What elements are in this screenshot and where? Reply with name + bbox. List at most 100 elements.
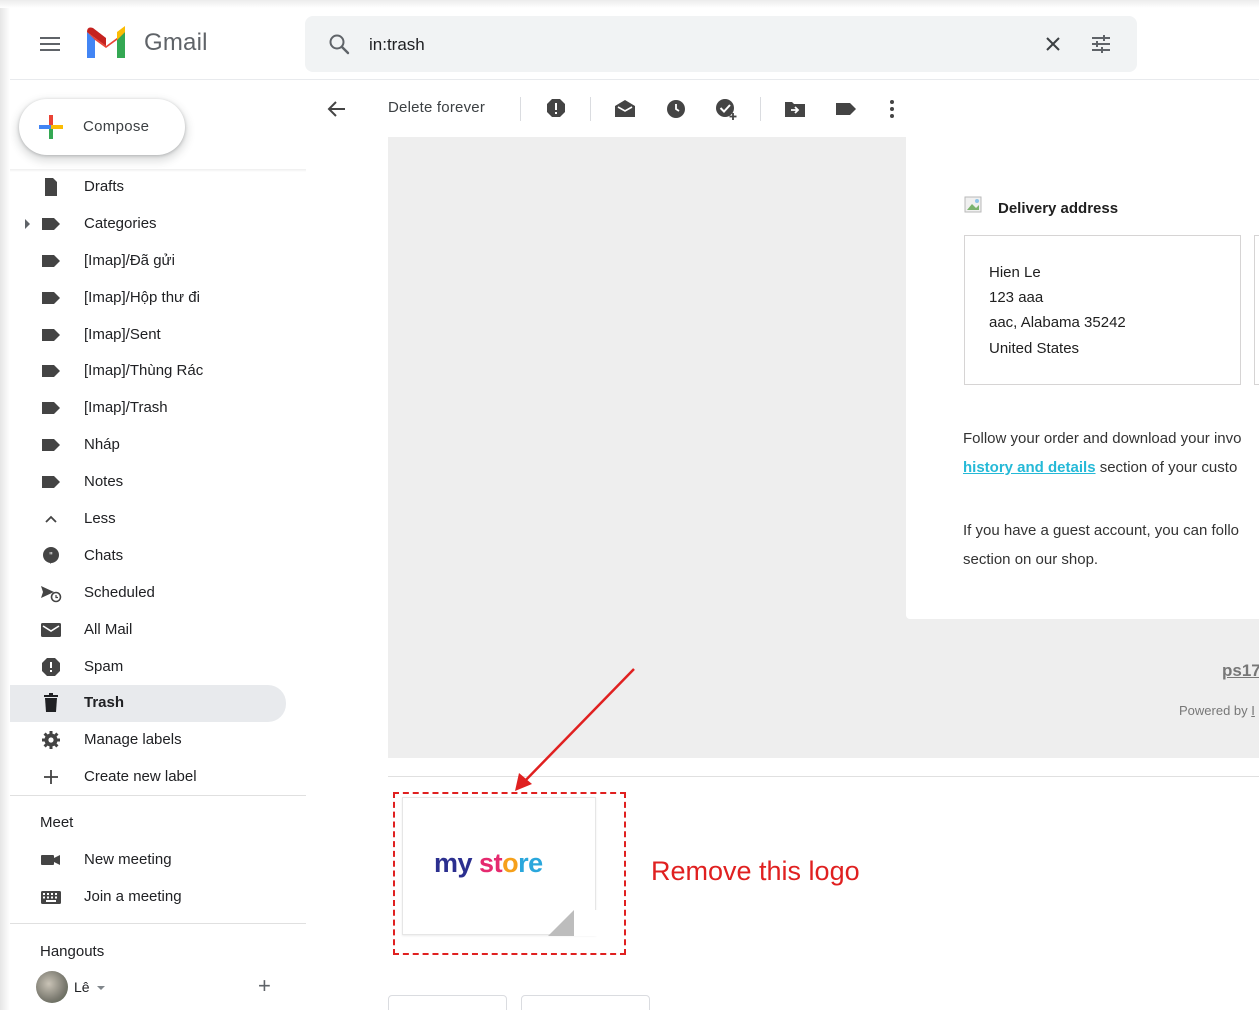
mark-unread-icon[interactable] bbox=[613, 97, 637, 121]
sidebar-item-label: Chats bbox=[84, 546, 124, 564]
hangouts-divider bbox=[10, 923, 306, 924]
avatar[interactable] bbox=[36, 971, 68, 1003]
history-line: history and details section of your cust… bbox=[963, 459, 1237, 476]
search-icon[interactable] bbox=[327, 32, 351, 56]
sidebar-item-label: Categories bbox=[84, 214, 157, 232]
forward-button[interactable] bbox=[521, 995, 650, 1010]
sidebar-item-drafts[interactable]: Drafts bbox=[10, 169, 286, 206]
sidebar-item-label: Drafts bbox=[84, 178, 125, 195]
message-toolbar: Delete forever bbox=[306, 81, 1259, 137]
trash-icon bbox=[44, 693, 58, 713]
close-icon[interactable] bbox=[1041, 32, 1065, 56]
sidebar-item-label: Manage labels bbox=[84, 731, 182, 749]
sidebar-item-imap-sent[interactable]: [Imap]/Sent bbox=[10, 317, 286, 354]
address-line: Hien Le bbox=[989, 264, 1041, 281]
gmail-logo-icon[interactable] bbox=[84, 24, 128, 60]
delivery-address-title: Delivery address bbox=[998, 200, 1119, 217]
powered-by-text: Powered by I bbox=[1179, 703, 1255, 718]
address-box-secondary bbox=[1254, 235, 1259, 385]
sidebar-item-imap-hop-thu-di[interactable]: [Imap]/Hộp thư đi bbox=[10, 280, 286, 317]
sidebar-item-imap-thung-rac[interactable]: [Imap]/Thùng Rác bbox=[10, 353, 286, 390]
toolbar-separator bbox=[520, 97, 521, 121]
compose-label: Compose bbox=[83, 118, 150, 135]
spam-icon bbox=[42, 657, 60, 676]
sidebar-item-create-new-label[interactable]: Create new label bbox=[10, 759, 286, 796]
sidebar-item-imap-trash[interactable]: [Imap]/Trash bbox=[10, 390, 286, 427]
new-meeting-label: New meeting bbox=[84, 851, 172, 868]
label-icon bbox=[42, 254, 60, 267]
meet-divider bbox=[10, 795, 306, 796]
spam-icon[interactable] bbox=[544, 97, 568, 121]
nav-list: Drafts Categories [Imap]/Đã gửi [Imap]/H… bbox=[10, 169, 306, 796]
caret-right-icon[interactable] bbox=[25, 218, 30, 229]
broken-image-icon bbox=[964, 196, 982, 213]
label-icon[interactable] bbox=[834, 97, 858, 121]
chevron-up-icon bbox=[45, 515, 57, 523]
main-menu-button[interactable] bbox=[38, 34, 62, 54]
gear-icon bbox=[42, 731, 60, 750]
guest-account-text-2: section on our shop. bbox=[963, 551, 1099, 568]
clock-icon[interactable] bbox=[664, 97, 688, 121]
add-contact-icon[interactable]: + bbox=[258, 975, 271, 997]
address-line: aac, Alabama 35242 bbox=[989, 314, 1126, 331]
address-line: 123 aaa bbox=[989, 289, 1044, 306]
sidebar-item-label: All Mail bbox=[84, 620, 133, 638]
annotation-text: Remove this logo bbox=[651, 856, 860, 886]
hangouts-title: Hangouts bbox=[40, 943, 105, 960]
join-meeting-button[interactable]: Join a meeting bbox=[10, 879, 306, 915]
history-details-link[interactable]: history and details bbox=[963, 459, 1096, 476]
label-icon bbox=[42, 328, 60, 341]
label-icon bbox=[42, 402, 60, 415]
reply-button[interactable] bbox=[388, 995, 507, 1010]
sidebar-item-scheduled[interactable]: Scheduled bbox=[10, 575, 286, 612]
annotation-highlight-box bbox=[393, 792, 626, 955]
label-icon bbox=[42, 365, 60, 378]
sidebar-item-imap-da-gui[interactable]: [Imap]/Đã gửi bbox=[10, 243, 286, 280]
more-vert-icon[interactable] bbox=[880, 97, 904, 121]
svg-text:": " bbox=[49, 551, 53, 561]
plus-icon bbox=[44, 770, 58, 785]
label-icon bbox=[42, 439, 60, 452]
annotation-arrow-icon bbox=[515, 668, 635, 791]
back-arrow-icon[interactable] bbox=[326, 98, 348, 120]
compose-plus-icon bbox=[39, 115, 63, 139]
sidebar-item-label: Nháp bbox=[84, 436, 120, 454]
add-task-icon[interactable] bbox=[714, 97, 738, 121]
sidebar-item-label: [Imap]/Thùng Rác bbox=[84, 362, 204, 380]
sidebar-item-label: Notes bbox=[84, 473, 124, 491]
label-icon bbox=[42, 217, 60, 230]
sidebar-item-label: Create new label bbox=[84, 768, 197, 786]
hangouts-user-name[interactable]: Lê bbox=[74, 979, 90, 995]
sidebar-item-chats[interactable]: " Chats bbox=[10, 538, 286, 575]
sidebar-item-label: [Imap]/Sent bbox=[84, 325, 161, 343]
sidebar-item-less[interactable]: Less bbox=[10, 501, 286, 538]
sidebar-item-manage-labels[interactable]: Manage labels bbox=[10, 722, 286, 759]
powered-by-link[interactable]: I bbox=[1251, 703, 1255, 718]
sidebar-item-spam[interactable]: Spam bbox=[10, 649, 286, 686]
search-options-icon[interactable] bbox=[1089, 32, 1113, 56]
gmail-header: Gmail bbox=[10, 8, 1259, 80]
sidebar-item-label: Scheduled bbox=[84, 583, 155, 601]
keyboard-icon bbox=[41, 891, 61, 904]
delete-forever-button[interactable]: Delete forever bbox=[388, 99, 485, 116]
sidebar-item-label: Trash bbox=[84, 694, 125, 712]
sidebar-item-nhap[interactable]: Nháp bbox=[10, 427, 286, 464]
shop-name-link[interactable]: ps17 bbox=[1222, 661, 1259, 681]
sidebar-item-label: Less bbox=[84, 510, 116, 528]
new-meeting-button[interactable]: New meeting bbox=[10, 842, 306, 878]
sidebar-item-trash[interactable]: Trash bbox=[10, 685, 286, 723]
chat-icon: " bbox=[43, 546, 59, 564]
scheduled-icon bbox=[41, 585, 62, 603]
sidebar-item-label: [Imap]/Hộp thư đi bbox=[84, 288, 200, 306]
sidebar-item-categories[interactable]: Categories bbox=[10, 206, 286, 243]
mail-icon bbox=[41, 622, 61, 637]
screenshot-frame: Gmail in:trash Compose Drafts Categories… bbox=[0, 0, 1259, 1010]
search-input[interactable] bbox=[369, 32, 989, 58]
sidebar-item-all-mail[interactable]: All Mail bbox=[10, 612, 286, 649]
sidebar-item-label: [Imap]/Trash bbox=[84, 399, 168, 417]
sidebar-item-notes[interactable]: Notes bbox=[10, 464, 286, 501]
move-to-icon[interactable] bbox=[783, 97, 807, 121]
chevron-down-icon[interactable] bbox=[97, 986, 105, 990]
compose-button[interactable]: Compose bbox=[19, 99, 185, 155]
sidebar-item-label: [Imap]/Đã gửi bbox=[84, 251, 175, 269]
